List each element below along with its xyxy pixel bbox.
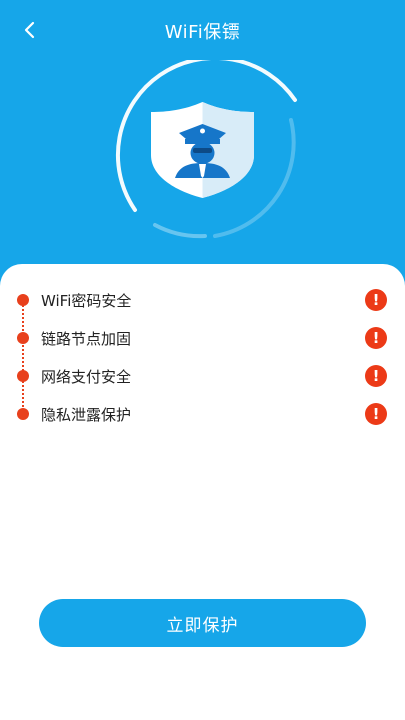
checklist-label: 网络支付安全 xyxy=(41,368,132,386)
protect-now-button[interactable]: 立即保护 xyxy=(39,599,366,647)
exclamation-icon: ! xyxy=(365,365,387,387)
checklist-item-wifi-password: WiFi密码安全 ! xyxy=(0,285,405,315)
checklist-label: WiFi密码安全 xyxy=(41,292,132,310)
timeline-dot xyxy=(17,370,29,382)
checklist-label: 隐私泄露保护 xyxy=(41,406,132,424)
checklist-item-privacy: 隐私泄露保护 ! xyxy=(0,399,405,429)
checklist-label: 链路节点加固 xyxy=(41,330,132,348)
timeline-dot xyxy=(17,294,29,306)
exclamation-icon: ! xyxy=(365,403,387,425)
exclamation-icon: ! xyxy=(365,289,387,311)
checklist-item-payment: 网络支付安全 ! xyxy=(0,361,405,391)
checklist-item-link-node: 链路节点加固 ! xyxy=(0,323,405,353)
shield-guard-icon xyxy=(151,102,254,198)
page-title: WiFi保镖 xyxy=(164,22,241,43)
timeline-dot xyxy=(17,408,29,420)
hero-header: WiFi保镖 xyxy=(0,0,405,300)
exclamation-icon: ! xyxy=(365,327,387,349)
timeline-dot xyxy=(17,332,29,344)
